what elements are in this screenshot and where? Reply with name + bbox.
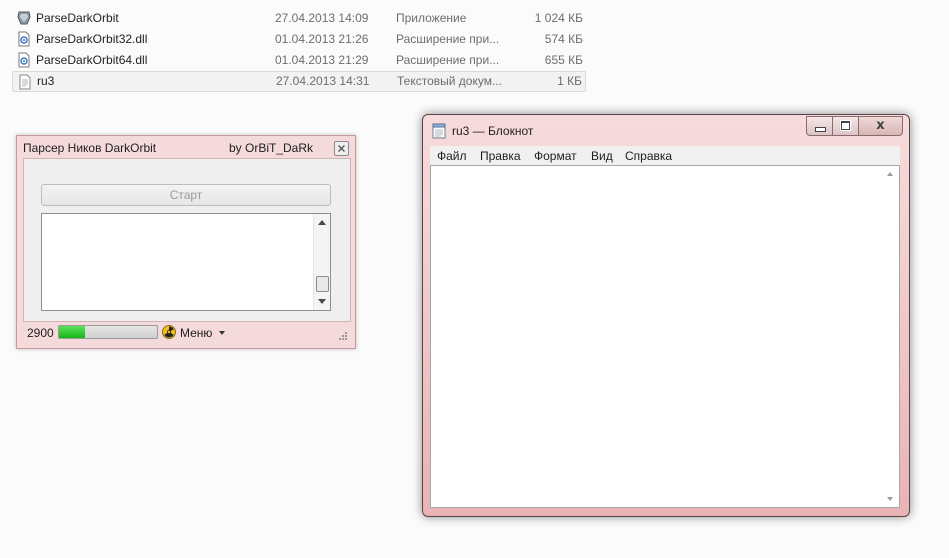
file-row[interactable]: ParseDarkOrbit 27.04.2013 14:09 Приложен… [12, 8, 586, 29]
menu-edit[interactable]: Правка [480, 149, 521, 163]
file-size: 655 КБ [544, 53, 583, 67]
scroll-down-arrow-icon[interactable] [318, 299, 326, 304]
menu-dropdown-label[interactable]: Меню [180, 326, 212, 340]
menu-file[interactable]: Файл [437, 149, 467, 163]
notepad-text-area[interactable] [430, 165, 900, 508]
file-name: ParseDarkOrbit [36, 11, 119, 25]
notepad-icon [432, 123, 446, 139]
file-row[interactable]: ParseDarkOrbit64.dll 01.04.2013 21:29 Ра… [12, 50, 586, 71]
caption-buttons: x [806, 116, 903, 136]
dll-file-icon [18, 31, 30, 47]
parser-statusbar: 2900 Меню [23, 320, 351, 344]
resize-grip-icon[interactable] [337, 330, 347, 340]
application-icon [17, 11, 31, 25]
menu-format[interactable]: Формат [534, 149, 577, 163]
file-type: Приложение [396, 11, 467, 25]
notepad-scrollbar[interactable] [882, 166, 899, 507]
file-name: ParseDarkOrbit64.dll [36, 53, 148, 67]
log-textarea[interactable] [41, 213, 331, 311]
notepad-menubar: Файл Правка Формат Вид Справка [430, 146, 900, 165]
file-date: 01.04.2013 21:26 [275, 32, 369, 46]
text-file-icon [19, 74, 31, 90]
progress-fill [59, 326, 86, 338]
file-date: 01.04.2013 21:29 [275, 53, 369, 67]
file-type: Расширение при... [396, 53, 500, 67]
file-row[interactable]: ParseDarkOrbit32.dll 01.04.2013 21:26 Ра… [12, 29, 586, 50]
file-name: ParseDarkOrbit32.dll [36, 32, 148, 46]
file-date: 27.04.2013 14:31 [276, 74, 370, 88]
menu-view[interactable]: Вид [591, 149, 613, 163]
start-button[interactable]: Старт [41, 184, 331, 206]
parser-close-button[interactable] [334, 141, 349, 156]
file-type: Расширение при... [396, 32, 500, 46]
parser-title: Парсер Ников DarkOrbit [23, 141, 157, 155]
notepad-title: ru3 — Блокнот [452, 124, 534, 138]
dll-file-icon [18, 52, 30, 68]
explorer-file-list: ParseDarkOrbit 27.04.2013 14:09 Приложен… [12, 8, 586, 92]
parser-client-area: Старт [23, 158, 351, 322]
parser-titlebar[interactable]: Парсер Ников DarkOrbit by OrBiT_DaRk [17, 136, 355, 158]
chevron-down-icon[interactable] [219, 331, 225, 335]
scroll-down-arrow-icon[interactable] [887, 497, 893, 501]
scroll-thumb[interactable] [316, 276, 329, 292]
file-date: 27.04.2013 14:09 [275, 11, 369, 25]
file-name: ru3 [37, 74, 55, 88]
scroll-up-arrow-icon[interactable] [887, 172, 893, 176]
close-icon: x [876, 118, 885, 133]
file-size: 1 024 КБ [534, 11, 583, 25]
notepad-window: ru3 — Блокнот x Файл Правка Формат Вид С… [422, 114, 910, 517]
close-button[interactable]: x [859, 116, 903, 136]
minimize-button[interactable] [806, 116, 833, 136]
nick-count: 2900 [27, 326, 54, 340]
maximize-button[interactable] [833, 116, 859, 136]
file-row-selected[interactable]: ru3 27.04.2013 14:31 Текстовый докум... … [12, 71, 586, 92]
menu-help[interactable]: Справка [625, 149, 672, 163]
file-size: 1 КБ [557, 74, 582, 88]
parser-author: by OrBiT_DaRk [229, 141, 314, 155]
log-scrollbar[interactable] [313, 214, 330, 310]
radiation-icon[interactable] [162, 325, 176, 339]
scroll-up-arrow-icon[interactable] [318, 220, 326, 225]
close-icon [338, 145, 345, 152]
file-type: Текстовый докум... [397, 74, 502, 88]
progress-bar [58, 325, 158, 339]
parser-window: Парсер Ников DarkOrbit by OrBiT_DaRk Ста… [16, 135, 356, 349]
file-size: 574 КБ [544, 32, 583, 46]
